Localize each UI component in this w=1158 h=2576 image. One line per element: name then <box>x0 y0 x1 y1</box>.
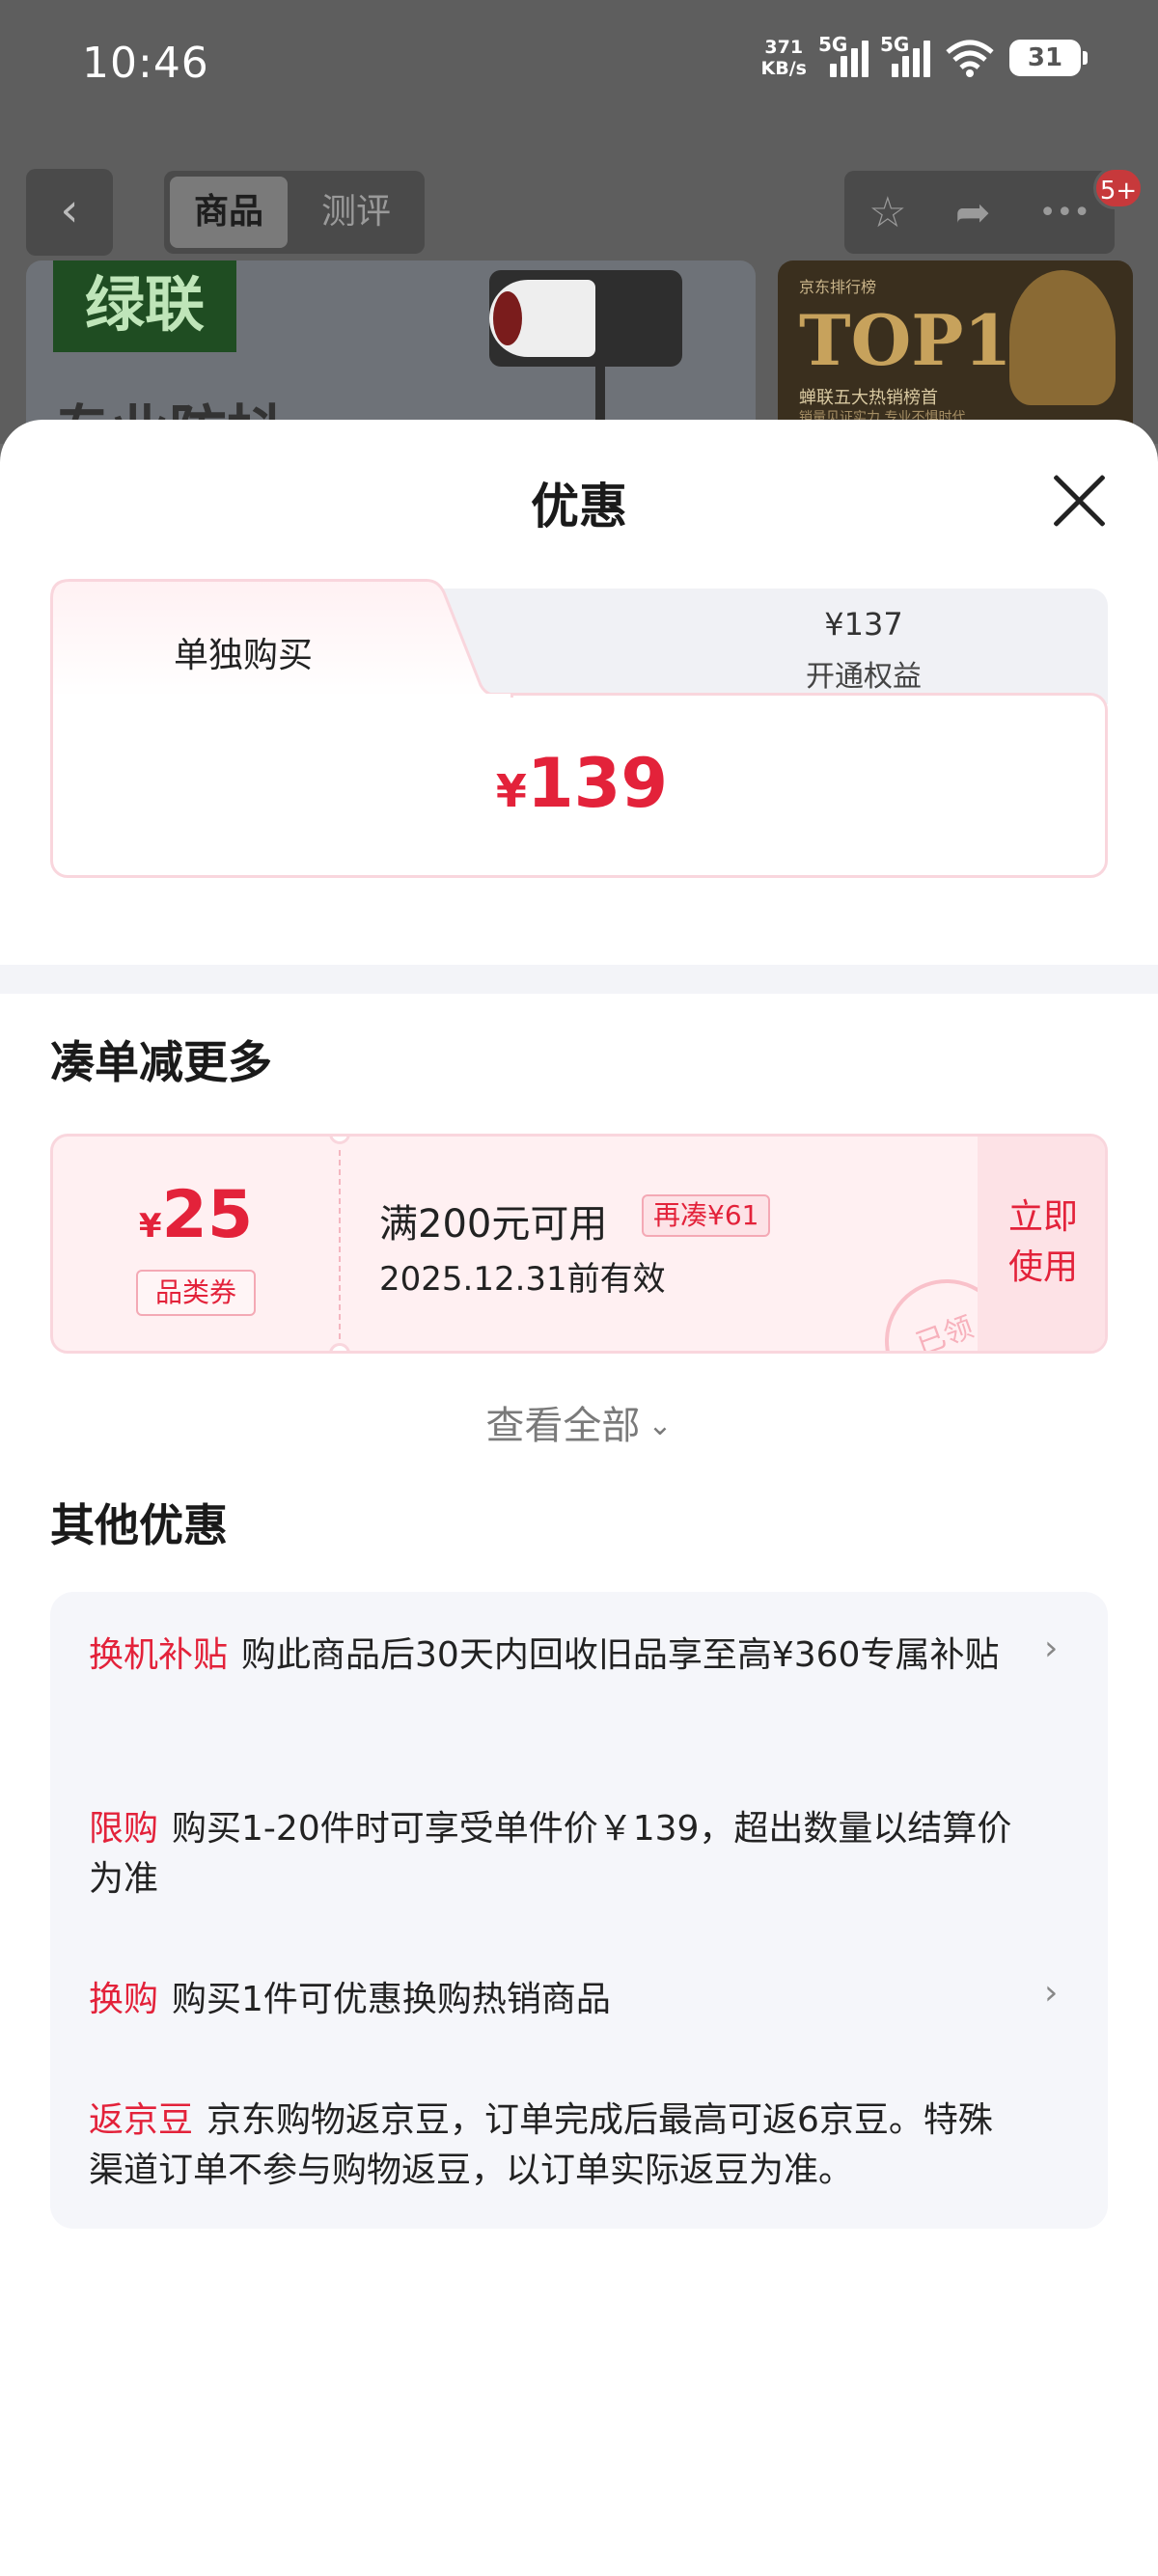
more-icon[interactable]: ••• <box>1039 196 1090 230</box>
member-price-tab[interactable]: ¥137 开通权益 <box>436 589 1108 704</box>
battery-icon: 31 <box>1009 40 1088 76</box>
product-nav-bar: ‹ 商品 测评 ☆ ➦ ••• 5+ <box>0 167 1158 258</box>
other-offers-panel: 换机补贴 购此商品后30天内回收旧品享至高¥360专属补贴 › 限购 购买1-20件… <box>50 1592 1108 2229</box>
section-title-coupons: 凑单减更多 <box>50 1036 272 1088</box>
ranking-title: TOP1 <box>799 299 1012 381</box>
offer-jd-beans: 返京豆 京东购物返京豆，订单完成后最高可返6京豆。特殊渠道订单不参与购物返豆，以订… <box>89 2096 1015 2196</box>
lens-image <box>489 280 595 357</box>
back-button[interactable]: ‹ <box>26 169 113 256</box>
coupon-type-badge: 品类券 <box>136 1270 256 1316</box>
price-panel: ¥139 <box>50 693 1108 878</box>
sheet-title: 优惠 <box>531 479 627 534</box>
member-label: 开通权益 <box>806 660 922 694</box>
chevron-right-icon[interactable]: › <box>1044 1973 1058 2013</box>
view-all-button[interactable]: 查看全部 ⌄ <box>0 1394 1158 1450</box>
message-badge: 5+ <box>1093 167 1144 209</box>
offer-tag: 限购 <box>89 1809 159 1849</box>
offer-tag: 换机补贴 <box>89 1635 229 1675</box>
status-icons: 371 KB/s 5G 5G 31 <box>760 33 1088 79</box>
signal-icon: 5G <box>880 33 930 77</box>
offer-purchase-limit: 限购 购买1-20件时可享受单件价￥139，超出数量以结算价为准 <box>89 1804 1015 1905</box>
product-banner: 绿联 专业防抖 <box>26 260 756 444</box>
ranking-subtitle: 蝉联五大热销榜首 <box>799 388 938 408</box>
tab-product[interactable]: 商品 <box>170 177 288 248</box>
status-time: 10:46 <box>82 39 209 88</box>
tab-review[interactable]: 测评 <box>294 177 418 248</box>
offer-tag: 换购 <box>89 1980 159 2019</box>
offer-text: 京东购物返京豆，订单完成后最高可返6京豆。特殊渠道订单不参与购物返豆，以订单实际… <box>89 2100 993 2190</box>
section-divider <box>0 965 1158 994</box>
promotions-sheet: 优惠 ¥137 开通权益 ¥139 单独购买 凑单减更多 ¥25 品类券 满20… <box>0 420 1158 2576</box>
member-price: ¥137 <box>824 606 903 643</box>
single-purchase-label: 单独购买 <box>173 636 313 675</box>
offer-exchange[interactable]: 换购 购买1件可优惠换购热销商品 <box>89 1975 1015 2025</box>
use-coupon-button[interactable]: 立即 使用 <box>978 1137 1105 1351</box>
ranking-source: 京东排行榜 <box>799 278 877 296</box>
wifi-icon <box>946 40 994 77</box>
signal-icon: 5G <box>818 33 868 77</box>
coupon-validity: 2025.12.31前有效 <box>379 1260 666 1299</box>
nav-actions: ☆ ➦ ••• <box>844 171 1115 254</box>
share-icon[interactable]: ➦ <box>955 188 991 237</box>
coupon-value: ¥25 品类券 <box>53 1137 339 1351</box>
coupon-condition: 满200元可用 <box>379 1202 608 1247</box>
price-options-card: ¥137 开通权益 ¥139 单独购买 <box>50 579 1108 878</box>
section-title-other: 其他优惠 <box>50 1499 228 1551</box>
network-speed: 371 KB/s <box>760 37 807 79</box>
offer-tag: 返京豆 <box>89 2100 194 2140</box>
status-bar: 10:46 371 KB/s 5G 5G 31 <box>0 0 1158 135</box>
offer-trade-in[interactable]: 换机补贴 购此商品后30天内回收旧品享至高¥360专属补贴 <box>89 1631 1015 1681</box>
current-price: ¥139 <box>495 744 669 823</box>
coupon-separator <box>339 1150 341 1339</box>
offer-text: 购买1件可优惠换购热销商品 <box>172 1980 611 2019</box>
favorite-icon[interactable]: ☆ <box>868 188 906 237</box>
ranking-banner: 京东排行榜 TOP1 蝉联五大热销榜首 销量见证实力 专业不惧时代 <box>778 260 1133 444</box>
product-tabs: 商品 测评 <box>164 171 425 254</box>
close-icon[interactable] <box>1048 470 1110 532</box>
chevron-right-icon[interactable]: › <box>1044 1629 1058 1668</box>
trophy-icon <box>1009 270 1116 405</box>
brand-logo: 绿联 <box>53 260 236 352</box>
offer-text: 购买1-20件时可享受单件价￥139，超出数量以结算价为准 <box>89 1809 1012 1899</box>
offer-text: 购此商品后30天内回收旧品享至高¥360专属补贴 <box>241 1635 1000 1675</box>
coupon-card: ¥25 品类券 满200元可用 再凑¥61 2025.12.31前有效 已领 立… <box>50 1134 1108 1354</box>
coupon-remaining-badge: 再凑¥61 <box>642 1194 771 1237</box>
coupon-amount: ¥25 <box>138 1177 254 1253</box>
coupon-notch-bottom <box>329 1343 350 1351</box>
chevron-down-icon: ⌄ <box>648 1409 673 1442</box>
single-purchase-tab[interactable]: 单独购买 <box>50 579 513 699</box>
